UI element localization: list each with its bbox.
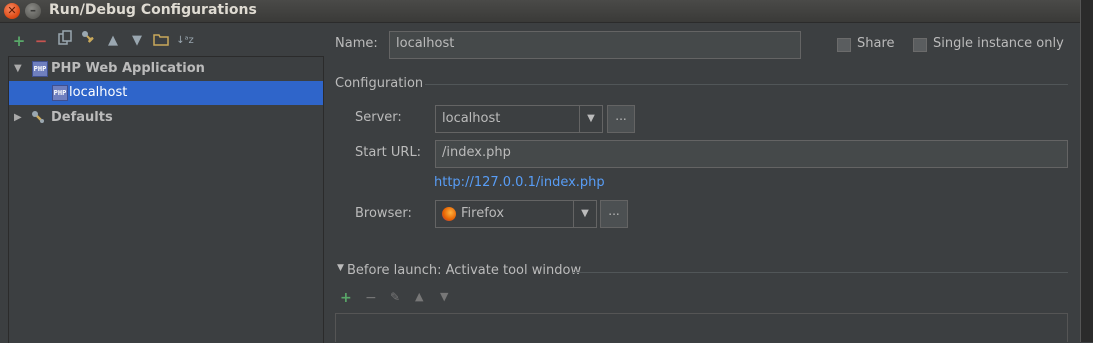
edit-defaults-icon[interactable] bbox=[80, 30, 98, 52]
before-launch-label[interactable]: Before launch: Activate tool window bbox=[347, 263, 581, 278]
move-up-icon[interactable]: ▲ bbox=[104, 30, 122, 52]
defaults-label: Defaults bbox=[51, 110, 113, 125]
server-browse-button[interactable]: ... bbox=[607, 105, 635, 133]
resolved-url-link[interactable]: http://127.0.0.1/index.php bbox=[434, 175, 605, 190]
copy-icon[interactable] bbox=[56, 30, 74, 52]
add-icon[interactable]: + bbox=[10, 30, 28, 52]
dropdown-arrow-icon[interactable]: ▼ bbox=[579, 106, 602, 132]
configurations-tree: ▼ PHP PHP Web Application PHP localhost … bbox=[8, 56, 324, 343]
move-task-up-icon[interactable]: ▲ bbox=[415, 290, 423, 303]
title-bar: ✕ – Run/Debug Configurations bbox=[0, 0, 1080, 23]
start-url-input[interactable]: /index.php bbox=[435, 140, 1068, 168]
php-web-app-icon: PHP bbox=[32, 61, 48, 77]
before-launch-separator bbox=[573, 272, 1068, 273]
share-label: Share bbox=[857, 36, 895, 51]
close-window-button[interactable]: ✕ bbox=[4, 3, 20, 19]
browser-combo[interactable]: Firefox ▼ bbox=[435, 200, 597, 228]
configuration-separator bbox=[425, 84, 1068, 85]
edit-task-icon[interactable]: ✎ bbox=[390, 290, 400, 304]
remove-icon[interactable]: − bbox=[32, 30, 50, 52]
wrench-icon bbox=[31, 106, 47, 130]
minimize-window-button[interactable]: – bbox=[25, 3, 41, 19]
single-instance-label: Single instance only bbox=[933, 36, 1064, 51]
server-value: localhost bbox=[442, 111, 501, 126]
expanded-arrow-icon[interactable]: ▼ bbox=[14, 57, 22, 81]
browser-value: Firefox bbox=[461, 206, 505, 221]
move-down-icon[interactable]: ▼ bbox=[128, 30, 146, 52]
sort-alphabetically-icon[interactable]: ↓ᵃz bbox=[176, 30, 194, 52]
single-instance-checkbox[interactable] bbox=[913, 38, 927, 52]
firefox-icon bbox=[442, 207, 456, 221]
collapse-arrow-icon[interactable]: ▼ bbox=[337, 263, 344, 273]
add-task-icon[interactable]: + bbox=[340, 290, 352, 306]
server-label: Server: bbox=[355, 110, 402, 125]
browser-label: Browser: bbox=[355, 206, 412, 221]
window-title: Run/Debug Configurations bbox=[49, 2, 257, 18]
share-checkbox[interactable] bbox=[837, 38, 851, 52]
tree-item-label: localhost bbox=[69, 85, 128, 100]
tree-group-php-web-application[interactable]: ▼ PHP PHP Web Application bbox=[9, 57, 323, 81]
tree-item-localhost[interactable]: PHP localhost bbox=[9, 81, 323, 105]
folder-icon[interactable] bbox=[152, 30, 170, 52]
tree-group-defaults[interactable]: ▶ Defaults bbox=[9, 106, 323, 130]
name-label: Name: bbox=[335, 36, 378, 51]
name-input[interactable]: localhost bbox=[389, 31, 801, 59]
dropdown-arrow-icon[interactable]: ▼ bbox=[573, 201, 596, 227]
move-task-down-icon[interactable]: ▼ bbox=[440, 290, 448, 303]
configuration-header: Configuration bbox=[335, 76, 424, 91]
php-config-icon: PHP bbox=[52, 85, 68, 101]
browser-browse-button[interactable]: ... bbox=[600, 200, 628, 228]
server-combo[interactable]: localhost ▼ bbox=[435, 105, 603, 133]
start-url-label: Start URL: bbox=[355, 145, 422, 160]
background-ide-strip bbox=[1080, 0, 1093, 342]
collapsed-arrow-icon[interactable]: ▶ bbox=[14, 106, 22, 130]
before-launch-task-list[interactable] bbox=[335, 313, 1068, 342]
remove-task-icon[interactable]: − bbox=[365, 290, 377, 306]
tree-group-label: PHP Web Application bbox=[51, 61, 205, 76]
